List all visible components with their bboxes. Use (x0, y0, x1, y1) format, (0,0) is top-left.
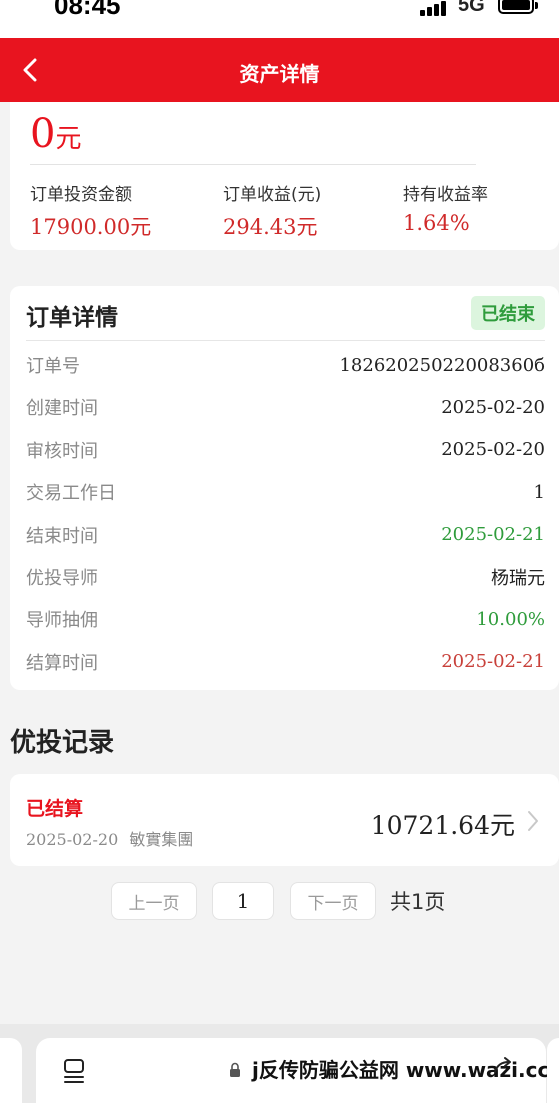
page-title: 资产详情 (239, 62, 320, 86)
summary-divider (30, 164, 476, 165)
detail-row-label: 交易工作日 (26, 483, 116, 505)
status-bar: 08:45 5G (0, 0, 559, 38)
record-item[interactable]: 已结算 2025-02-20 敏實集團 10721.64元 (10, 774, 559, 866)
record-status: 已结算 (26, 798, 84, 820)
total-value-number: 0 (30, 111, 56, 157)
detail-row-value: 1 (533, 481, 545, 503)
detail-row-value: 2025-02-21 (441, 524, 545, 546)
nav-header: 资产详情 (0, 38, 559, 102)
detail-row-label: 结算时间 (26, 652, 98, 674)
detail-row-value: 2025-02-20 (441, 439, 545, 461)
record-date: 2025-02-20 (26, 830, 119, 849)
detail-row: 结算时间 2025-02-21 (26, 647, 545, 677)
record-company: 敏實集團 (129, 830, 194, 849)
total-asset-value: 0元 (30, 110, 81, 163)
detail-row-label: 创建时间 (26, 398, 98, 420)
detail-row: 创建时间 2025-02-20 (26, 392, 545, 422)
detail-row-value: 2025-02-21 (441, 651, 545, 673)
status-badge: 已结束 (471, 296, 545, 330)
detail-row-label: 审核时间 (26, 440, 98, 462)
page-number-button[interactable]: 1 (212, 882, 274, 920)
total-value-unit: 元 (55, 124, 82, 154)
chevron-right-icon (528, 811, 538, 831)
detail-row-label: 导师抽佣 (26, 610, 98, 632)
stat-value: 17900.00元 (30, 215, 152, 239)
status-time: 08:45 (54, 0, 121, 20)
detail-row-value: 10.00% (476, 608, 545, 630)
detail-divider (26, 340, 545, 341)
stat-yield-rate: 持有收益率 1.64% (403, 180, 488, 235)
order-detail-title: 订单详情 (26, 305, 118, 331)
stat-value: 1.64% (403, 211, 470, 235)
record-amount: 10721.64元 (370, 811, 515, 840)
prev-page-button[interactable]: 上一页 (111, 882, 197, 920)
browser-bottom-bar: j反传防骗公益网 www.wazi.cc (0, 1024, 559, 1103)
next-tab-preview[interactable] (547, 1038, 559, 1103)
detail-row-label: 结束时间 (26, 525, 98, 547)
detail-row: 结束时间 2025-02-21 (26, 520, 545, 550)
record-meta: 2025-02-20 敏實集團 (26, 826, 193, 850)
next-page-button[interactable]: 下一页 (290, 882, 376, 920)
tabs-icon[interactable] (62, 1058, 86, 1084)
detail-row-label: 优投导师 (26, 568, 98, 589)
signal-icon (420, 0, 450, 16)
detail-row-value: 2025-02-20 (441, 396, 545, 418)
stat-label: 订单收益(元) (223, 185, 322, 205)
previous-tab-preview[interactable] (0, 1038, 22, 1103)
network-label: 5G (458, 0, 485, 16)
stat-investment-amount: 订单投资金额 17900.00元 (30, 180, 151, 241)
detail-row: 订单号 18262025022008360б (26, 350, 545, 380)
total-pages-label: 共1页 (390, 890, 446, 914)
detail-row-value: 18262025022008360б (339, 354, 545, 376)
stat-value: 294.43元 (223, 215, 318, 239)
stat-label: 持有收益率 (403, 185, 488, 205)
detail-row: 交易工作日 1 (26, 477, 545, 507)
battery-icon (498, 0, 538, 14)
address-bar[interactable]: j反传防骗公益网 www.wazi.cc (36, 1038, 549, 1103)
detail-row-label: 订单号 (26, 356, 80, 377)
detail-row: 优投导师 杨瑞元 (26, 562, 545, 592)
asset-summary-card: 0元 订单投资金额 17900.00元 订单收益(元) 294.43元 持有收益… (10, 102, 559, 250)
share-icon[interactable] (491, 1054, 515, 1078)
stat-label: 订单投资金额 (30, 185, 132, 205)
detail-row-value: 杨瑞元 (491, 568, 545, 589)
detail-row: 审核时间 2025-02-20 (26, 435, 545, 465)
stat-order-income: 订单收益(元) 294.43元 (223, 180, 321, 241)
detail-row: 导师抽佣 10.00% (26, 604, 545, 634)
records-title: 优投记录 (10, 728, 115, 758)
lock-icon (230, 1062, 240, 1077)
order-detail-card: 订单详情 已结束 订单号 18262025022008360б 创建时间 2025-0… (10, 286, 559, 690)
